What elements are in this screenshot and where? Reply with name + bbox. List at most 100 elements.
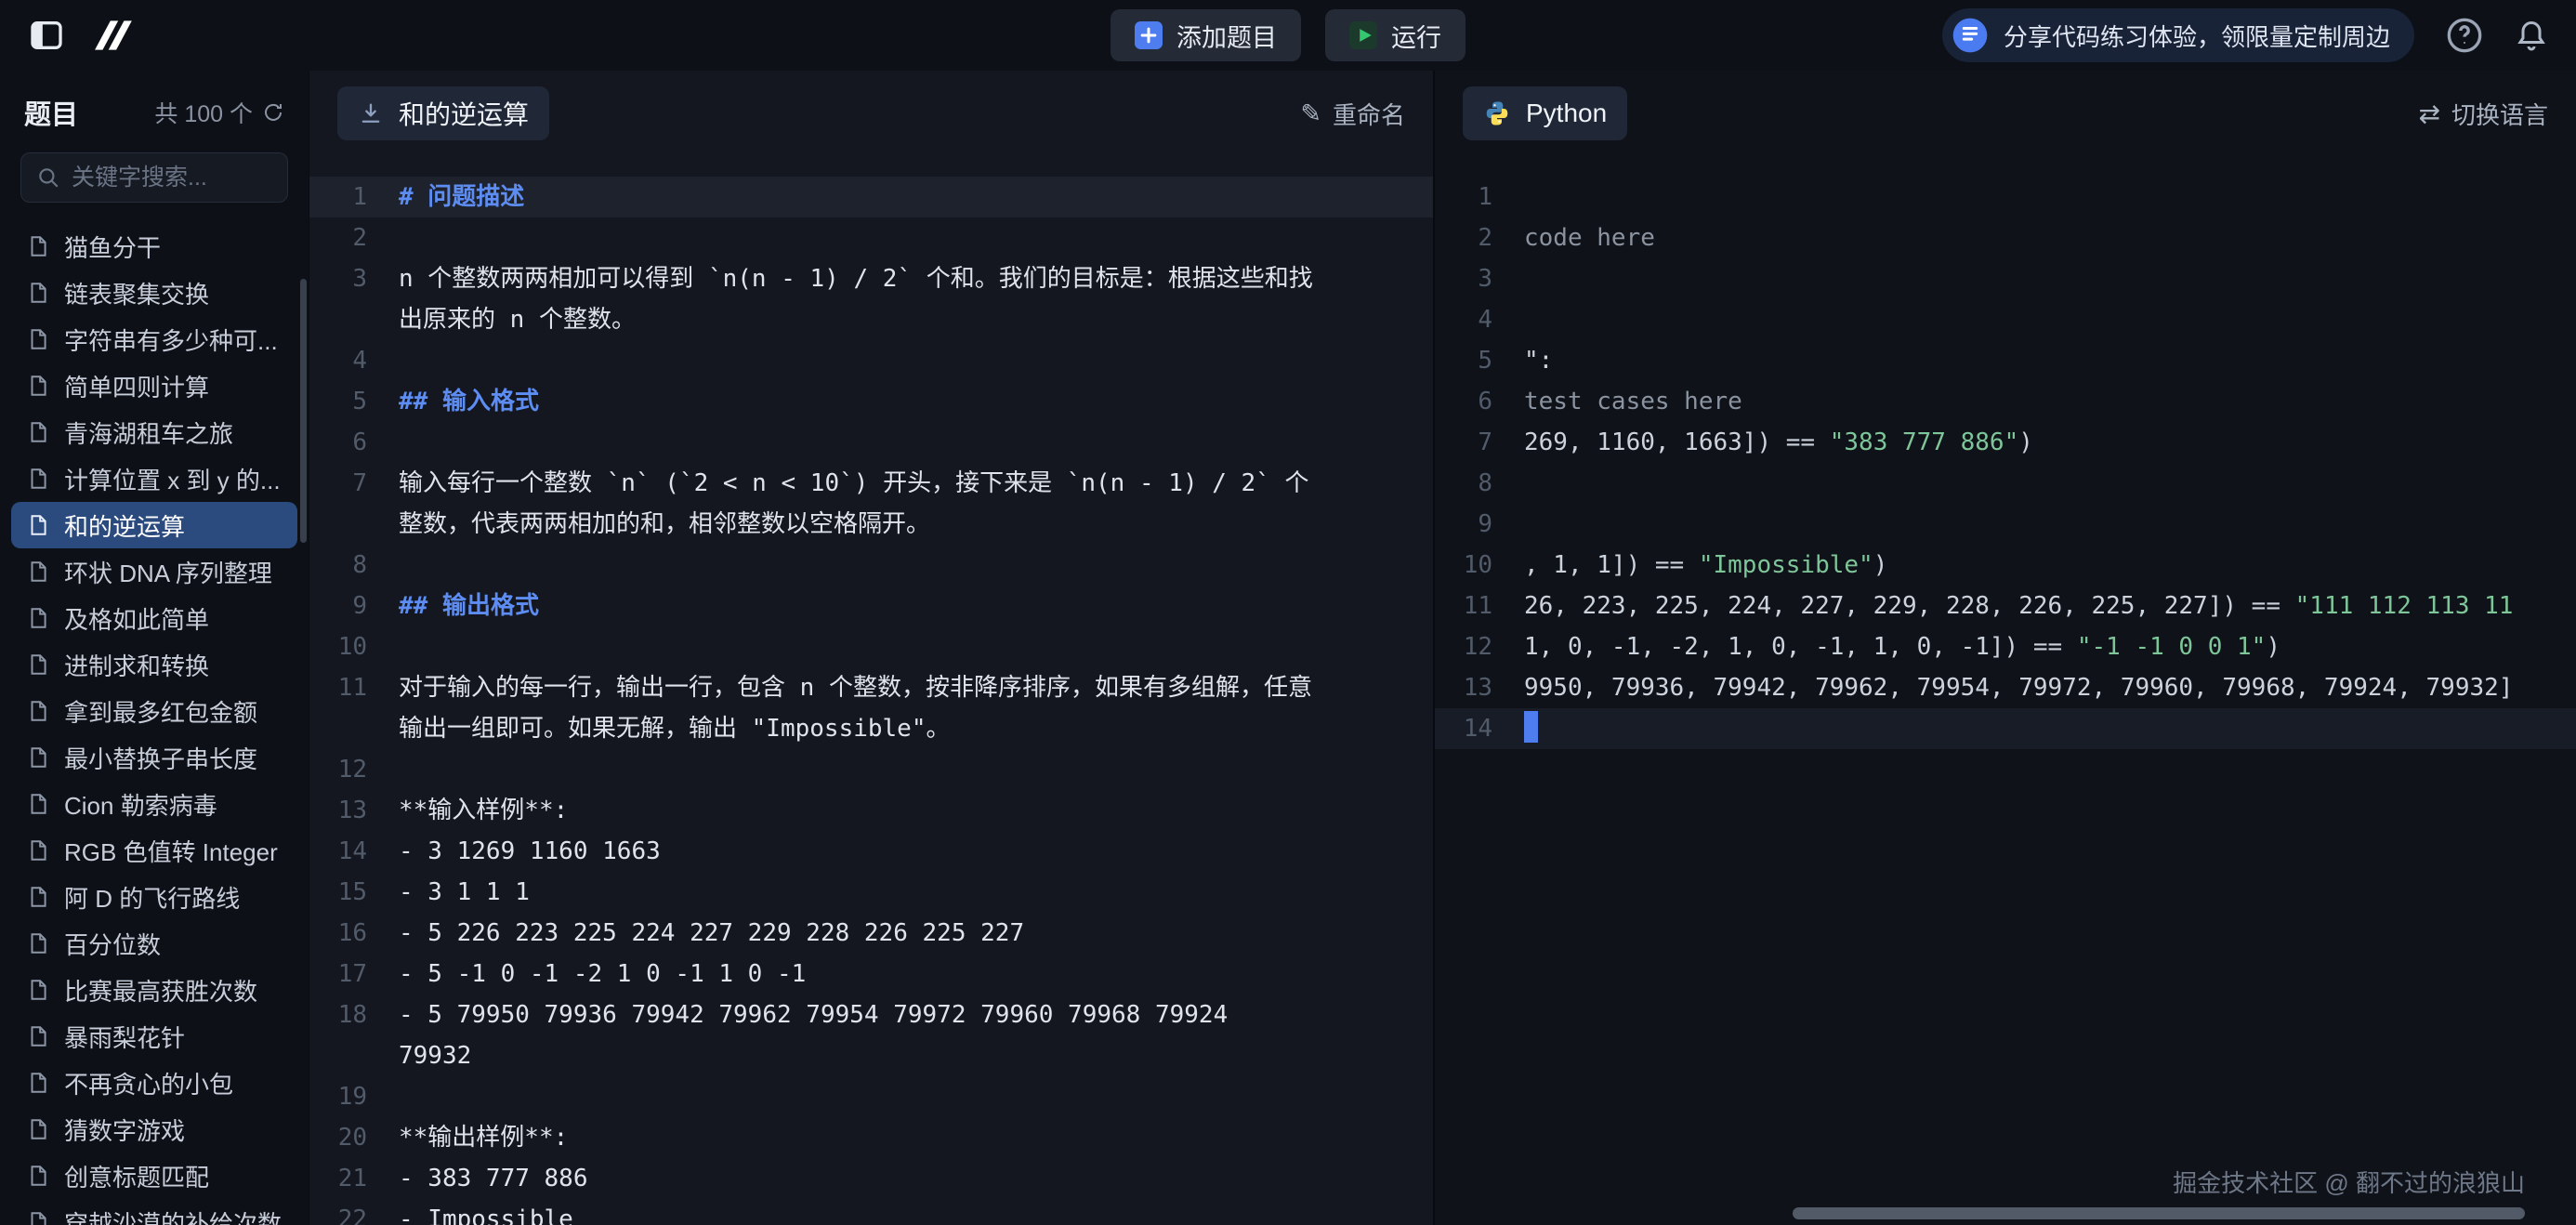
problem-line[interactable]: 9## 输出格式 xyxy=(309,586,1433,626)
problem-line-text: **输入样例**: xyxy=(399,790,1314,831)
code-line-text xyxy=(1524,177,2576,217)
code-line-text: , 1, 1]) == "Impossible") xyxy=(1524,545,2576,586)
code-line[interactable]: 139950, 79936, 79942, 79962, 79954, 7997… xyxy=(1435,667,2576,708)
problem-panel-header: 和的逆运算 ✎ 重命名 xyxy=(309,71,1433,156)
problem-title: 和的逆运算 xyxy=(399,95,529,132)
problem-line-text: n 个整数两两相加可以得到 `n(n - 1) / 2` 个和。我们的目标是：根… xyxy=(399,258,1314,340)
code-line[interactable]: 14 xyxy=(1435,708,2576,749)
sidebar-scrollbar[interactable] xyxy=(300,279,307,543)
sidebar-toggle-icon[interactable] xyxy=(28,17,65,54)
sidebar-item[interactable]: 计算位置 x 到 y 的... xyxy=(11,455,297,502)
problem-line-text xyxy=(399,217,1314,258)
sidebar-item[interactable]: 猜数字游戏 xyxy=(11,1106,297,1153)
problem-line[interactable]: 5## 输入格式 xyxy=(309,381,1433,422)
run-button[interactable]: 运行 xyxy=(1325,9,1465,61)
problem-line[interactable]: 7输入每行一个整数 `n` (`2 < n < 10`) 开头，接下来是 `n(… xyxy=(309,463,1433,545)
problem-line[interactable]: 20**输出样例**: xyxy=(309,1117,1433,1158)
code-line[interactable]: 6test cases here xyxy=(1435,381,2576,422)
sidebar-item[interactable]: 及格如此简单 xyxy=(11,595,297,641)
code-line[interactable]: 1126, 223, 225, 224, 227, 229, 228, 226,… xyxy=(1435,586,2576,626)
problem-line-text xyxy=(399,1076,1314,1117)
code-line[interactable]: 8 xyxy=(1435,463,2576,504)
problem-line[interactable]: 18- 5 79950 79936 79942 79962 79954 7997… xyxy=(309,994,1433,1076)
sidebar-item-label: Cion 勒索病毒 xyxy=(64,787,217,822)
text-cursor xyxy=(1524,711,1538,743)
sidebar-item[interactable]: 比赛最高获胜次数 xyxy=(11,967,297,1013)
problem-line[interactable]: 1# 问题描述 xyxy=(309,177,1433,217)
sidebar-item[interactable]: 猫鱼分干 xyxy=(11,223,297,270)
problem-line[interactable]: 10 xyxy=(309,626,1433,667)
code-line[interactable]: 121, 0, -1, -2, 1, 0, -1, 1, 0, -1]) == … xyxy=(1435,626,2576,667)
problem-line[interactable]: 8 xyxy=(309,545,1433,586)
line-number: 8 xyxy=(1435,463,1524,504)
problem-line[interactable]: 6 xyxy=(309,422,1433,463)
code-line[interactable]: 4 xyxy=(1435,299,2576,340)
problem-line[interactable]: 21- 383 777 886 xyxy=(309,1158,1433,1199)
line-number: 22 xyxy=(309,1199,399,1225)
code-line[interactable]: 3 xyxy=(1435,258,2576,299)
sidebar-item[interactable]: 百分位数 xyxy=(11,920,297,967)
code-line-text xyxy=(1524,258,2576,299)
problem-line-text: **输出样例**: xyxy=(399,1117,1314,1158)
problem-line[interactable]: 15- 3 1 1 1 xyxy=(309,872,1433,913)
code-line[interactable]: 2code here xyxy=(1435,217,2576,258)
problem-line[interactable]: 12 xyxy=(309,749,1433,790)
add-problem-button[interactable]: 添加题目 xyxy=(1111,9,1301,61)
language-pill[interactable]: Python xyxy=(1463,86,1627,140)
editor-horizontal-scrollbar[interactable] xyxy=(1793,1207,2525,1219)
sidebar-item[interactable]: RGB 色值转 Integer xyxy=(11,827,297,874)
sidebar-item[interactable]: 阿 D 的飞行路线 xyxy=(11,874,297,920)
rename-button[interactable]: ✎ 重命名 xyxy=(1300,97,1405,131)
problem-editor[interactable]: 1# 问题描述23n 个整数两两相加可以得到 `n(n - 1) / 2` 个和… xyxy=(309,156,1433,1225)
code-line[interactable]: 10, 1, 1]) == "Impossible") xyxy=(1435,545,2576,586)
sidebar-item[interactable]: Cion 勒索病毒 xyxy=(11,781,297,827)
sidebar-item[interactable]: 字符串有多少种可... xyxy=(11,316,297,362)
code-line[interactable]: 7269, 1160, 1663]) == "383 777 886") xyxy=(1435,422,2576,463)
sidebar-item[interactable]: 暴雨梨花针 xyxy=(11,1013,297,1060)
line-number: 6 xyxy=(1435,381,1524,422)
problem-line[interactable]: 11对于输入的每一行，输出一行，包含 n 个整数，按非降序排序，如果有多组解，任… xyxy=(309,667,1433,749)
problem-line-text: - 383 777 886 xyxy=(399,1158,1314,1199)
search-input[interactable] xyxy=(72,165,371,191)
code-line[interactable]: 1 xyxy=(1435,177,2576,217)
sidebar-item-label: 简单四则计算 xyxy=(64,369,209,403)
sidebar-item[interactable]: 简单四则计算 xyxy=(11,362,297,409)
problem-line[interactable]: 17- 5 -1 0 -1 -2 1 0 -1 1 0 -1 xyxy=(309,954,1433,994)
code-line[interactable]: 9 xyxy=(1435,504,2576,545)
line-number: 12 xyxy=(309,749,399,790)
sidebar-item[interactable]: 拿到最多红包金额 xyxy=(11,688,297,734)
problem-line[interactable]: 19 xyxy=(309,1076,1433,1117)
problem-line[interactable]: 14- 3 1269 1160 1663 xyxy=(309,831,1433,872)
switch-language-button[interactable]: ⇄ 切换语言 xyxy=(2419,97,2548,131)
sidebar-item[interactable]: 环状 DNA 序列整理 xyxy=(11,548,297,595)
sidebar-item-label: 链表聚集交换 xyxy=(64,276,209,310)
code-editor[interactable]: 12code here345":6test cases here7269, 11… xyxy=(1435,156,2576,1225)
problem-line[interactable]: 2 xyxy=(309,217,1433,258)
sidebar-item[interactable]: 创意标题匹配 xyxy=(11,1153,297,1199)
python-icon xyxy=(1483,99,1511,127)
problem-line[interactable]: 3n 个整数两两相加可以得到 `n(n - 1) / 2` 个和。我们的目标是：… xyxy=(309,258,1433,340)
book-icon xyxy=(1952,17,1989,54)
sidebar-item[interactable]: 进制求和转换 xyxy=(11,641,297,688)
code-line[interactable]: 5": xyxy=(1435,340,2576,381)
sidebar-item[interactable]: 不再贪心的小包 xyxy=(11,1060,297,1106)
sidebar-item[interactable]: 青海湖租车之旅 xyxy=(11,409,297,455)
code-segment: ": xyxy=(1524,347,1553,375)
help-icon[interactable] xyxy=(2446,17,2483,54)
refresh-icon[interactable] xyxy=(262,101,284,124)
problem-title-pill[interactable]: 和的逆运算 xyxy=(337,86,549,140)
switch-language-label: 切换语言 xyxy=(2451,97,2548,131)
code-line-text: ": xyxy=(1524,340,2576,381)
problem-line[interactable]: 4 xyxy=(309,340,1433,381)
problem-line[interactable]: 13**输入样例**: xyxy=(309,790,1433,831)
problem-line-text: ## 输出格式 xyxy=(399,586,1314,626)
sidebar-item[interactable]: 链表聚集交换 xyxy=(11,270,297,316)
share-banner[interactable]: 分享代码练习体验，领限量定制周边 xyxy=(1942,8,2414,62)
bell-icon[interactable] xyxy=(2515,19,2548,52)
app-logo-icon[interactable] xyxy=(93,19,136,52)
problem-line[interactable]: 16- 5 226 223 225 224 227 229 228 226 22… xyxy=(309,913,1433,954)
sidebar-item[interactable]: 和的逆运算 xyxy=(11,502,297,548)
sidebar-item[interactable]: 最小替换子串长度 xyxy=(11,734,297,781)
problem-line[interactable]: 22- Impossible xyxy=(309,1199,1433,1225)
sidebar-item[interactable]: 穿越沙漠的补给次数 xyxy=(11,1199,297,1225)
